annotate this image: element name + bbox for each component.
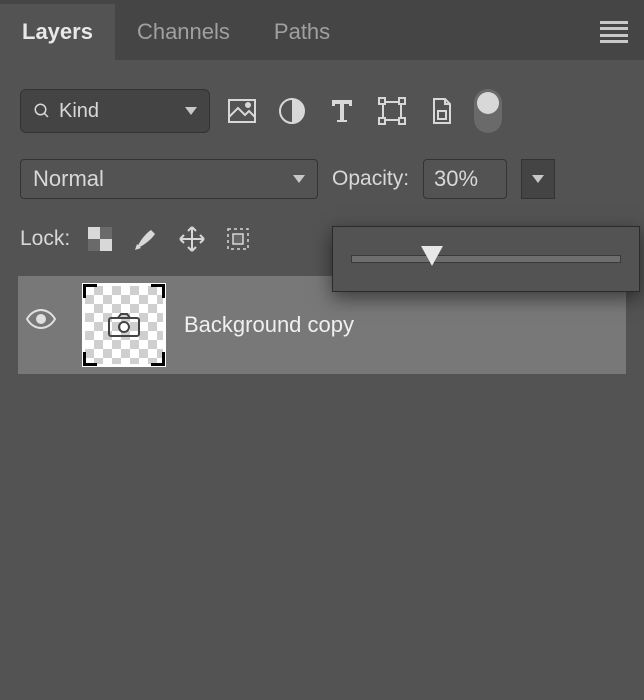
filter-row: Kind [0,72,644,150]
lock-position-icon[interactable] [176,223,208,255]
blend-mode-select[interactable]: Normal [20,159,318,199]
filter-shape-icon[interactable] [374,93,410,129]
panel-tabs: Layers Channels Paths [0,4,644,60]
filter-adjustment-icon[interactable] [274,93,310,129]
tab-layers[interactable]: Layers [0,4,115,60]
lock-pixels-icon[interactable] [130,223,162,255]
filter-pixel-icon[interactable] [224,93,260,129]
chevron-down-icon [185,107,197,115]
smart-object-icon [107,312,141,338]
opacity-slider-popup [332,226,640,292]
blend-mode-value: Normal [33,166,104,192]
chevron-down-icon [293,175,305,183]
opacity-slider-track[interactable] [351,255,621,263]
opacity-flyout-button[interactable] [521,159,555,199]
filter-toggle[interactable] [474,89,502,133]
tab-channels[interactable]: Channels [115,4,252,60]
chevron-down-icon [532,175,544,183]
tab-paths[interactable]: Paths [252,4,352,60]
lock-artboard-icon[interactable] [222,223,254,255]
panel-menu-icon[interactable] [600,21,628,43]
opacity-input[interactable]: 30% [423,159,507,199]
lock-label: Lock: [20,227,70,251]
filter-kind-label: Kind [59,100,99,123]
search-icon [33,102,51,120]
layer-thumbnail[interactable] [82,283,166,367]
filter-type-icon[interactable] [324,93,360,129]
opacity-slider-thumb[interactable] [421,246,443,266]
blend-row: Normal Opacity: 30% [0,150,644,208]
filter-smart-icon[interactable] [424,93,460,129]
lock-transparency-icon[interactable] [84,223,116,255]
opacity-label[interactable]: Opacity: [332,167,409,191]
filter-kind-select[interactable]: Kind [20,89,210,133]
visibility-toggle-icon[interactable] [26,309,58,341]
layer-name[interactable]: Background copy [184,312,354,338]
opacity-value: 30% [434,166,478,192]
